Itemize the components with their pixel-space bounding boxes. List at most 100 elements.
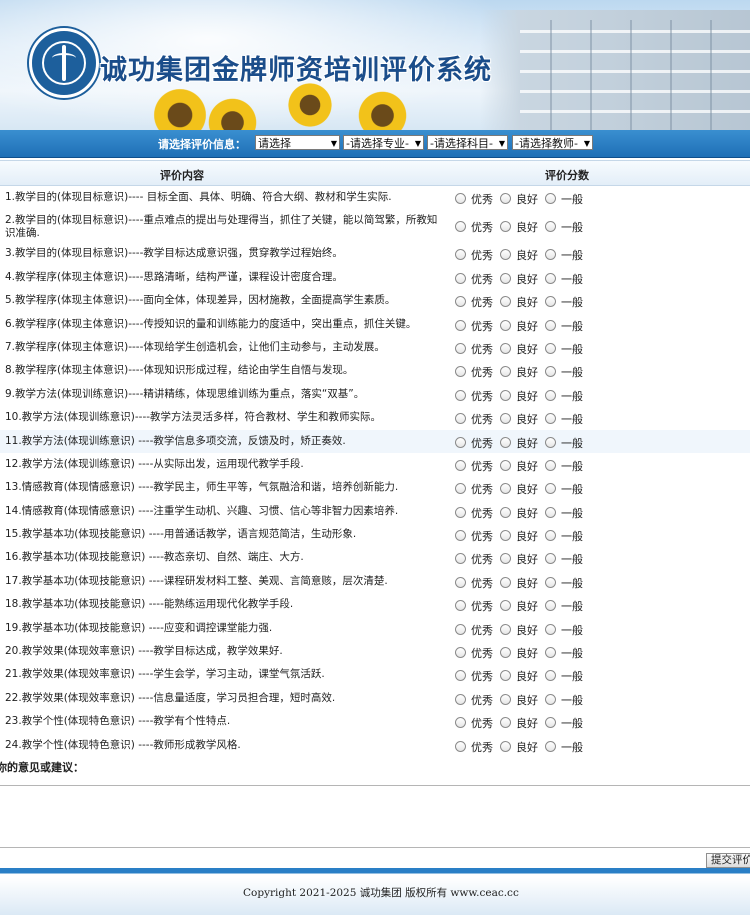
score-radio[interactable] (455, 647, 466, 659)
score-radio[interactable] (545, 670, 556, 682)
score-radio[interactable] (500, 413, 511, 425)
score-radio[interactable] (500, 717, 511, 729)
score-radio[interactable] (545, 530, 556, 542)
score-radio[interactable] (545, 389, 556, 401)
table-row: 13.情感教育(体现情感意识) ----教学民主，师生平等，气氛融洽和谐，培养创… (0, 476, 750, 499)
criterion-text: 22.教学效果(体现效率意识) ----信息量适度，学习员担合理，短时高效. (5, 691, 336, 704)
score-radio[interactable] (455, 553, 466, 565)
score-radio[interactable] (545, 272, 556, 284)
score-radio[interactable] (500, 483, 511, 495)
score-radio[interactable] (545, 296, 556, 308)
table-row: 16.教学基本功(体现技能意识) ----教态亲切、自然、端庄、大方. 优秀 良好 一… (0, 546, 750, 569)
score-option-label: 优秀 (471, 623, 493, 637)
score-option-label: 良好 (516, 413, 538, 427)
score-option-label: 良好 (516, 249, 538, 263)
score-radio[interactable] (455, 296, 466, 308)
score-radio[interactable] (500, 459, 511, 471)
score-radio[interactable] (455, 483, 466, 495)
score-radio[interactable] (455, 193, 466, 204)
score-radio[interactable] (545, 221, 556, 233)
score-radio[interactable] (545, 623, 556, 635)
score-radio[interactable] (500, 506, 511, 518)
score-radio[interactable] (500, 342, 511, 354)
teacher-select[interactable]: -请选择教师- ▼ (512, 135, 593, 150)
score-radio[interactable] (455, 272, 466, 284)
score-radio[interactable] (545, 193, 556, 204)
score-radio[interactable] (545, 249, 556, 261)
score-radio[interactable] (500, 553, 511, 565)
score-radio[interactable] (545, 436, 556, 448)
criterion-text: 5.教学程序(体现主体意识)----面向全体，体现差异，因材施教，全面提高学生素… (5, 294, 396, 307)
score-radio[interactable] (455, 740, 466, 752)
score-radio[interactable] (545, 600, 556, 612)
score-radio[interactable] (545, 342, 556, 354)
score-radio[interactable] (545, 717, 556, 729)
score-radio[interactable] (455, 413, 466, 425)
score-options: 优秀 良好 一般 (455, 739, 750, 755)
score-radio[interactable] (545, 740, 556, 752)
score-radio[interactable] (455, 623, 466, 635)
score-options: 优秀 良好 一般 (455, 341, 750, 357)
score-radio[interactable] (455, 506, 466, 518)
score-radio[interactable] (455, 389, 466, 401)
chevron-down-icon: ▼ (498, 139, 505, 148)
sunflower-image (285, 80, 335, 130)
score-radio[interactable] (455, 436, 466, 448)
score-radio[interactable] (455, 459, 466, 471)
score-radio[interactable] (455, 530, 466, 542)
score-option-label: 良好 (516, 319, 538, 333)
score-radio[interactable] (455, 600, 466, 612)
score-radio[interactable] (455, 319, 466, 331)
score-radio[interactable] (545, 459, 556, 471)
evaluation-table: 1.教学目的(体现目标意识)---- 目标全面、具体、明确、符合大纲、教材和学生… (0, 186, 750, 757)
column-header-content: 评价内容 (160, 169, 204, 182)
evaluation-select[interactable]: 请选择 ▼ (255, 135, 340, 150)
score-radio[interactable] (500, 530, 511, 542)
score-radio[interactable] (500, 249, 511, 261)
score-radio[interactable] (545, 553, 556, 565)
score-radio[interactable] (455, 670, 466, 682)
score-radio[interactable] (500, 740, 511, 752)
score-radio[interactable] (545, 319, 556, 331)
score-radio[interactable] (455, 249, 466, 261)
criterion-text: 16.教学基本功(体现技能意识) ----教态亲切、自然、端庄、大方. (5, 551, 304, 564)
score-radio[interactable] (500, 272, 511, 284)
subject-select[interactable]: -请选择科目- ▼ (427, 135, 508, 150)
score-radio[interactable] (455, 717, 466, 729)
score-radio[interactable] (545, 647, 556, 659)
score-radio[interactable] (500, 647, 511, 659)
score-radio[interactable] (500, 670, 511, 682)
score-radio[interactable] (500, 221, 511, 233)
score-radio[interactable] (500, 389, 511, 401)
score-radio[interactable] (545, 413, 556, 425)
score-option-label: 一般 (561, 319, 583, 333)
score-radio[interactable] (455, 221, 466, 233)
score-radio[interactable] (455, 342, 466, 354)
submit-button[interactable]: 提交评价 (706, 853, 750, 868)
score-option-label: 一般 (561, 436, 583, 450)
score-radio[interactable] (455, 366, 466, 378)
score-radio[interactable] (545, 693, 556, 705)
score-option-label: 良好 (516, 296, 538, 310)
score-radio[interactable] (500, 366, 511, 378)
score-radio[interactable] (545, 366, 556, 378)
criterion-text: 11.教学方法(体现训练意识) ----教学信息多项交流，反馈及时，矫正奏效. (5, 434, 346, 447)
score-radio[interactable] (545, 483, 556, 495)
score-radio[interactable] (500, 296, 511, 308)
score-radio[interactable] (500, 693, 511, 705)
score-radio[interactable] (500, 319, 511, 331)
score-radio[interactable] (500, 193, 511, 204)
comment-textarea[interactable] (0, 785, 750, 848)
score-radio[interactable] (545, 506, 556, 518)
major-select[interactable]: -请选择专业- ▼ (343, 135, 424, 150)
score-radio[interactable] (500, 600, 511, 612)
score-option-label: 一般 (561, 693, 583, 707)
score-radio[interactable] (500, 623, 511, 635)
score-radio[interactable] (500, 576, 511, 588)
score-radio[interactable] (545, 576, 556, 588)
score-radio[interactable] (500, 436, 511, 448)
score-radio[interactable] (455, 576, 466, 588)
score-radio[interactable] (455, 693, 466, 705)
score-options: 优秀 良好 一般 (455, 318, 750, 334)
score-option-label: 良好 (516, 717, 538, 731)
